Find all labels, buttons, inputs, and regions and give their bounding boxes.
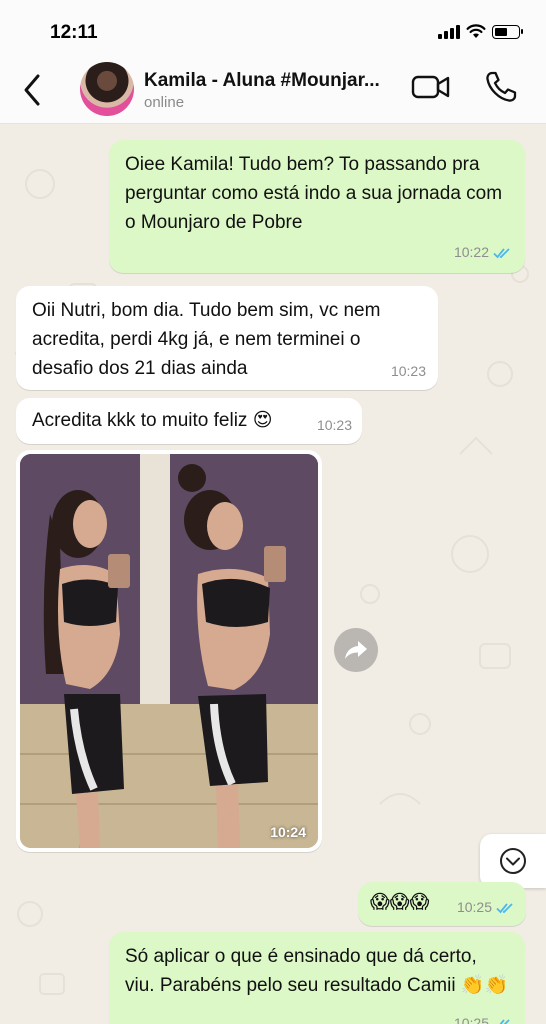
message-time: 10:23 xyxy=(316,417,352,433)
message-image-bubble[interactable]: 10:24 xyxy=(16,450,322,852)
message-time: 10:22 xyxy=(453,244,489,260)
message-text: Só aplicar o que é ensinado que dá certo… xyxy=(125,946,509,996)
message-bubble-outgoing[interactable]: Só aplicar o que é ensinado que dá certo… xyxy=(109,932,525,1024)
phone-icon[interactable] xyxy=(484,70,518,104)
message-meta: 10:23 xyxy=(391,357,426,386)
status-bar: 12:11 xyxy=(0,0,546,62)
chevron-down-circle-icon xyxy=(500,848,526,874)
video-camera-icon[interactable] xyxy=(411,72,451,102)
message-time: 10:25 xyxy=(456,899,492,915)
message-meta: 10:22 xyxy=(454,238,513,267)
battery-icon xyxy=(492,24,523,39)
forward-arrow-icon[interactable] xyxy=(334,628,378,672)
chat-header: Kamila - Aluna #Mounjar... online xyxy=(0,62,546,124)
avatar[interactable] xyxy=(80,62,134,116)
message-time: 10:23 xyxy=(390,363,426,379)
message-bubble-outgoing[interactable]: Oiee Kamila! Tudo bem? To passando pra p… xyxy=(109,140,525,273)
cellular-signal-icon xyxy=(438,24,460,39)
double-check-icon xyxy=(494,1018,510,1024)
message-text: Acredita kkk to muito feliz 😍 xyxy=(32,410,273,431)
message-bubble-outgoing[interactable]: 😱😱😱 10:25 xyxy=(358,882,526,926)
status-icons xyxy=(438,24,523,39)
before-after-photo[interactable]: 10:24 xyxy=(20,454,318,848)
message-meta: 10:23 xyxy=(317,411,352,440)
photo-illustration xyxy=(20,454,318,848)
message-meta: 10:25 xyxy=(457,893,516,922)
message-text: Oii Nutri, bom dia. Tudo bem sim, vc nem… xyxy=(32,300,381,379)
contact-status: online xyxy=(144,94,185,111)
double-check-icon xyxy=(493,247,510,258)
message-bubble-incoming[interactable]: Oii Nutri, bom dia. Tudo bem sim, vc nem… xyxy=(16,286,438,390)
contact-name[interactable]: Kamila - Aluna #Mounjar... xyxy=(144,70,409,92)
chat-area[interactable]: Oiee Kamila! Tudo bem? To passando pra p… xyxy=(0,124,546,1024)
scroll-down-button[interactable] xyxy=(480,834,546,888)
status-time: 12:11 xyxy=(50,22,98,43)
message-time: 10:24 xyxy=(270,824,306,840)
message-text: Oiee Kamila! Tudo bem? To passando pra p… xyxy=(125,154,503,233)
wifi-icon xyxy=(466,24,486,38)
double-check-icon xyxy=(496,902,513,913)
message-bubble-incoming[interactable]: Acredita kkk to muito feliz 😍 10:23 xyxy=(16,398,362,444)
message-meta: 10:25 xyxy=(454,1009,513,1024)
chevron-left-icon[interactable] xyxy=(18,72,48,108)
message-time: 10:25 xyxy=(453,1015,489,1024)
